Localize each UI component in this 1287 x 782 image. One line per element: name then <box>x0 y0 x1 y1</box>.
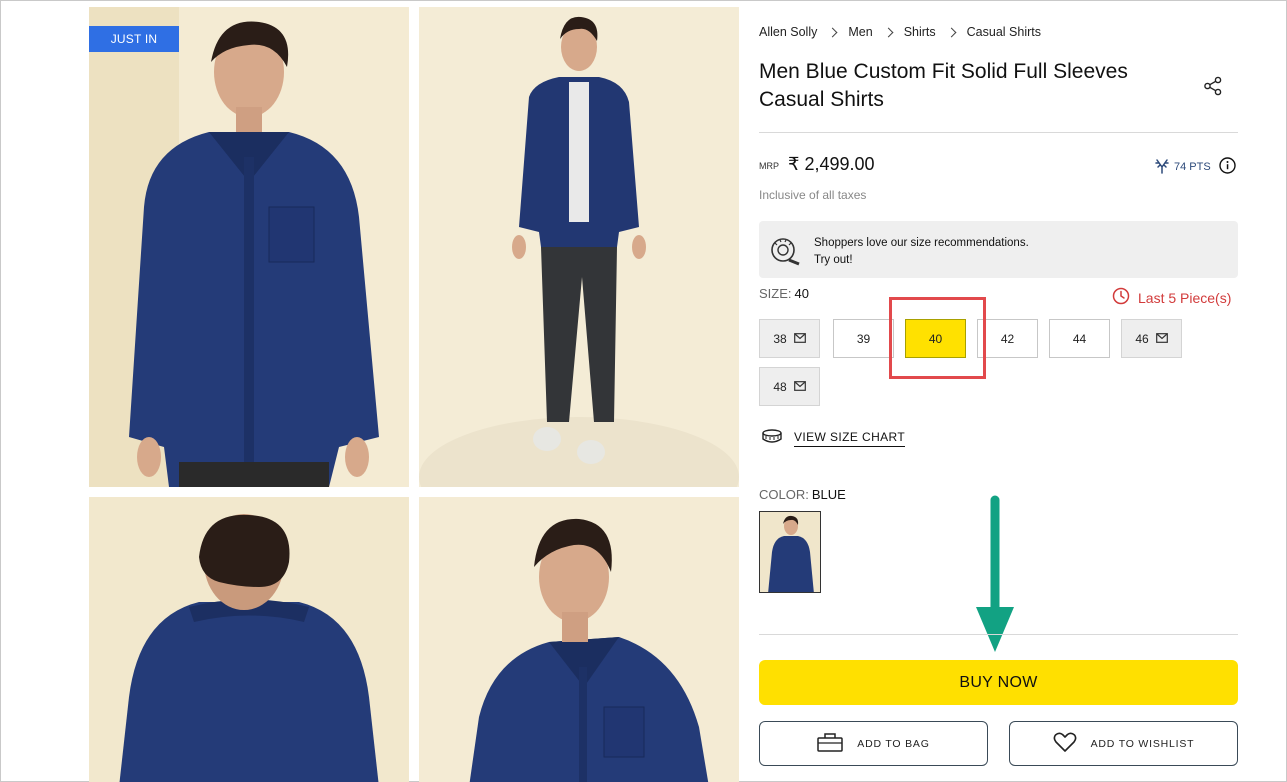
size-value: 38 <box>773 331 787 346</box>
taxes-note: Inclusive of all taxes <box>759 188 867 202</box>
stock-warning-text: Last 5 Piece(s) <box>1138 289 1232 306</box>
selected-size-value: 40 <box>794 286 809 301</box>
stock-warning: Last 5 Piece(s) <box>1112 287 1231 308</box>
add-to-wishlist-label: ADD TO WISHLIST <box>1090 737 1195 750</box>
product-price: ₹ 2,499.00 <box>788 154 875 174</box>
add-to-bag-label: ADD TO BAG <box>857 737 930 750</box>
divider <box>759 634 1238 635</box>
size-chart-link[interactable]: VIEW SIZE CHART <box>762 429 906 448</box>
size-value: 39 <box>856 331 871 346</box>
color-swatch-blue[interactable] <box>759 511 821 593</box>
size-recommendation-banner[interactable]: Shoppers love our size recommendations. … <box>759 221 1238 278</box>
size-reco-text: Shoppers love our size recommendations. <box>814 237 1029 249</box>
breadcrumb-item-men[interactable]: Men <box>848 25 872 39</box>
chevron-right-icon <box>827 27 838 37</box>
product-image-closeup[interactable] <box>419 497 739 782</box>
size-option-48[interactable]: 48 <box>759 367 820 406</box>
selected-size-highlight-annotation <box>889 297 986 379</box>
down-arrow-annotation <box>970 495 1020 660</box>
add-to-wishlist-button[interactable]: ADD TO WISHLIST <box>1009 721 1238 766</box>
size-chart-label[interactable]: VIEW SIZE CHART <box>794 430 906 447</box>
measuring-tape-icon <box>762 429 782 448</box>
color-label-text: COLOR: <box>759 487 809 502</box>
size-option-38[interactable]: 38 <box>759 319 820 358</box>
breadcrumb-item-brand[interactable]: Allen Solly <box>759 25 817 39</box>
size-option-42[interactable]: 42 <box>977 319 1038 358</box>
measuring-tape-icon <box>769 234 801 271</box>
points-value: 74 PTS <box>1174 161 1211 173</box>
heart-icon <box>1053 732 1077 756</box>
mail-icon <box>793 380 806 394</box>
size-value: 48 <box>773 379 787 394</box>
loyalty-points[interactable]: 74 PTS <box>1154 157 1236 177</box>
clock-icon <box>1112 287 1130 308</box>
size-option-44[interactable]: 44 <box>1049 319 1110 358</box>
size-option-39[interactable]: 39 <box>833 319 894 358</box>
antler-points-icon <box>1154 158 1170 177</box>
info-icon[interactable] <box>1218 157 1236 177</box>
chevron-right-icon <box>946 27 957 37</box>
size-label-text: SIZE: <box>759 286 792 301</box>
breadcrumb: Allen Solly Men Shirts Casual Shirts <box>759 25 1041 39</box>
product-image-back[interactable] <box>89 497 409 782</box>
selected-color-value: BLUE <box>811 487 846 502</box>
mail-icon <box>1155 332 1168 346</box>
divider <box>759 132 1238 133</box>
mail-icon <box>793 332 806 346</box>
size-value: 44 <box>1072 331 1087 346</box>
bag-icon <box>817 732 844 755</box>
size-reco-cta[interactable]: Try out! <box>814 254 853 266</box>
breadcrumb-item-casual-shirts[interactable]: Casual Shirts <box>967 25 1041 39</box>
just-in-badge: JUST IN <box>89 26 179 52</box>
mrp-label: MRP <box>759 161 779 171</box>
product-title: Men Blue Custom Fit Solid Full Sleeves C… <box>759 60 1128 111</box>
size-value: 42 <box>1000 331 1015 346</box>
breadcrumb-item-shirts[interactable]: Shirts <box>904 25 936 39</box>
size-value: 46 <box>1135 331 1149 346</box>
add-to-bag-button[interactable]: ADD TO BAG <box>759 721 988 766</box>
product-image-full-body[interactable] <box>419 7 739 487</box>
size-option-46[interactable]: 46 <box>1121 319 1182 358</box>
color-label: COLOR: BLUE <box>759 487 846 502</box>
size-label: SIZE: 40 <box>759 286 809 301</box>
chevron-right-icon <box>883 27 894 37</box>
share-icon[interactable] <box>1203 76 1223 96</box>
product-image-front[interactable] <box>89 7 409 487</box>
buy-now-button[interactable]: BUY NOW <box>759 660 1238 705</box>
